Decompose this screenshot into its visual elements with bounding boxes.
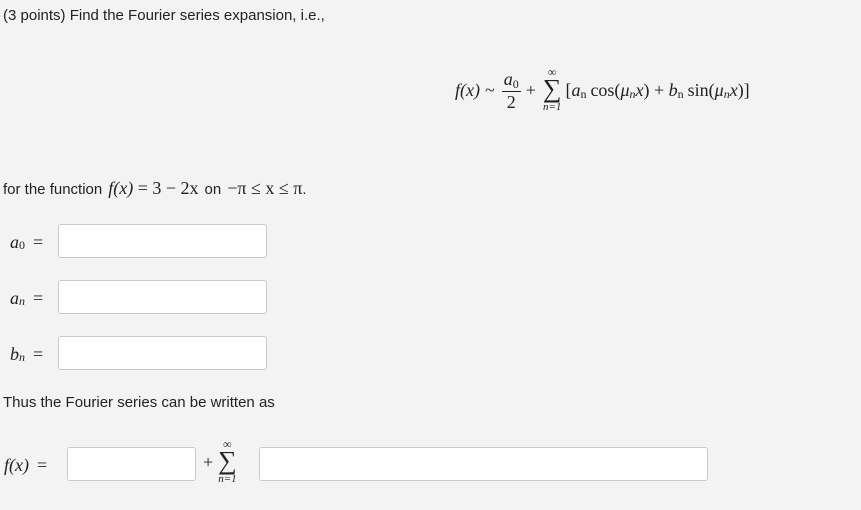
series-sum: + ∞ ∑ n=1 xyxy=(203,434,241,490)
function-intro-text: for the function xyxy=(3,181,103,198)
series-term-input[interactable] xyxy=(259,447,708,481)
an-label-eq: = xyxy=(33,287,44,308)
a0-label-sub: 0 xyxy=(19,237,25,252)
a0-label-letter: a xyxy=(10,231,19,252)
bn-label-letter: b xyxy=(10,343,19,364)
series-sum-sigma: ∑ xyxy=(218,446,237,475)
formula-a0-fraction: a0 2 xyxy=(501,68,521,112)
fourier-series-formula: f(x) ~ a0 2 + ∞ ∑ n=1 [ an cos(μ n x) + bn… xyxy=(455,64,750,116)
function-on-text: on xyxy=(204,181,222,198)
an-label-letter: a xyxy=(10,287,19,308)
formula-lhs: f(x) xyxy=(455,79,480,100)
formula-bracket-close: )] xyxy=(737,79,750,100)
series-summation: ∞ ∑ n=1 xyxy=(218,438,237,485)
formula-x-1: x xyxy=(635,79,644,100)
formula-a0-den: 2 xyxy=(506,91,516,112)
series-lhs-f: f(x) xyxy=(4,454,29,475)
formula-plus: + xyxy=(525,79,536,100)
a0-input[interactable] xyxy=(58,224,267,258)
bn-label: bn = xyxy=(10,342,43,366)
formula-a0-num: a xyxy=(503,68,513,89)
formula-sim: ~ xyxy=(484,79,495,100)
formula-plus-2: + xyxy=(649,79,669,100)
series-sum-bottom: n=1 xyxy=(218,473,237,485)
function-period: . xyxy=(302,181,307,198)
formula-a0-sub: 0 xyxy=(512,76,519,91)
function-definition: for the function f(x) = 3 − 2x on −π ≤ x… xyxy=(3,178,306,199)
formula-mu-2: μ xyxy=(714,79,724,100)
series-eq: = xyxy=(36,454,48,475)
formula-bn: b xyxy=(668,79,678,100)
an-label-sub: n xyxy=(19,293,25,308)
formula-mu-sub-1: n xyxy=(629,86,636,101)
formula-cos: cos( xyxy=(590,79,621,100)
formula-summation: ∞ ∑ n=1 xyxy=(542,66,562,113)
formula-mu-sub-2: n xyxy=(723,86,730,101)
formula-x-2: x xyxy=(729,79,738,100)
formula-sin: sin( xyxy=(687,79,715,100)
formula-sum-bottom: n=1 xyxy=(542,101,562,113)
series-plus: + xyxy=(203,451,214,472)
a0-label-eq: = xyxy=(33,231,44,252)
an-input[interactable] xyxy=(58,280,267,314)
an-label: an = xyxy=(10,286,43,310)
question-header: (3 points) Find the Fourier series expan… xyxy=(3,7,325,24)
function-rhs: 3 − 2x xyxy=(152,178,199,198)
formula-an-sub: n xyxy=(580,86,587,101)
formula-sum-sigma: ∑ xyxy=(542,74,562,103)
formula-mu-1: μ xyxy=(620,79,630,100)
function-lhs: f(x) xyxy=(108,178,134,198)
bn-label-eq: = xyxy=(33,343,44,364)
conclusion-text: Thus the Fourier series can be written a… xyxy=(3,394,275,411)
bn-input[interactable] xyxy=(58,336,267,370)
formula-an: a xyxy=(571,79,581,100)
function-eq: = xyxy=(133,178,153,198)
series-lhs: f(x) = xyxy=(4,454,47,476)
a0-label: a0 = xyxy=(10,230,43,254)
formula-bn-sub: n xyxy=(677,86,684,101)
bn-label-sub: n xyxy=(19,349,25,364)
function-domain: −π ≤ x ≤ π xyxy=(227,178,303,198)
series-constant-input[interactable] xyxy=(67,447,196,481)
